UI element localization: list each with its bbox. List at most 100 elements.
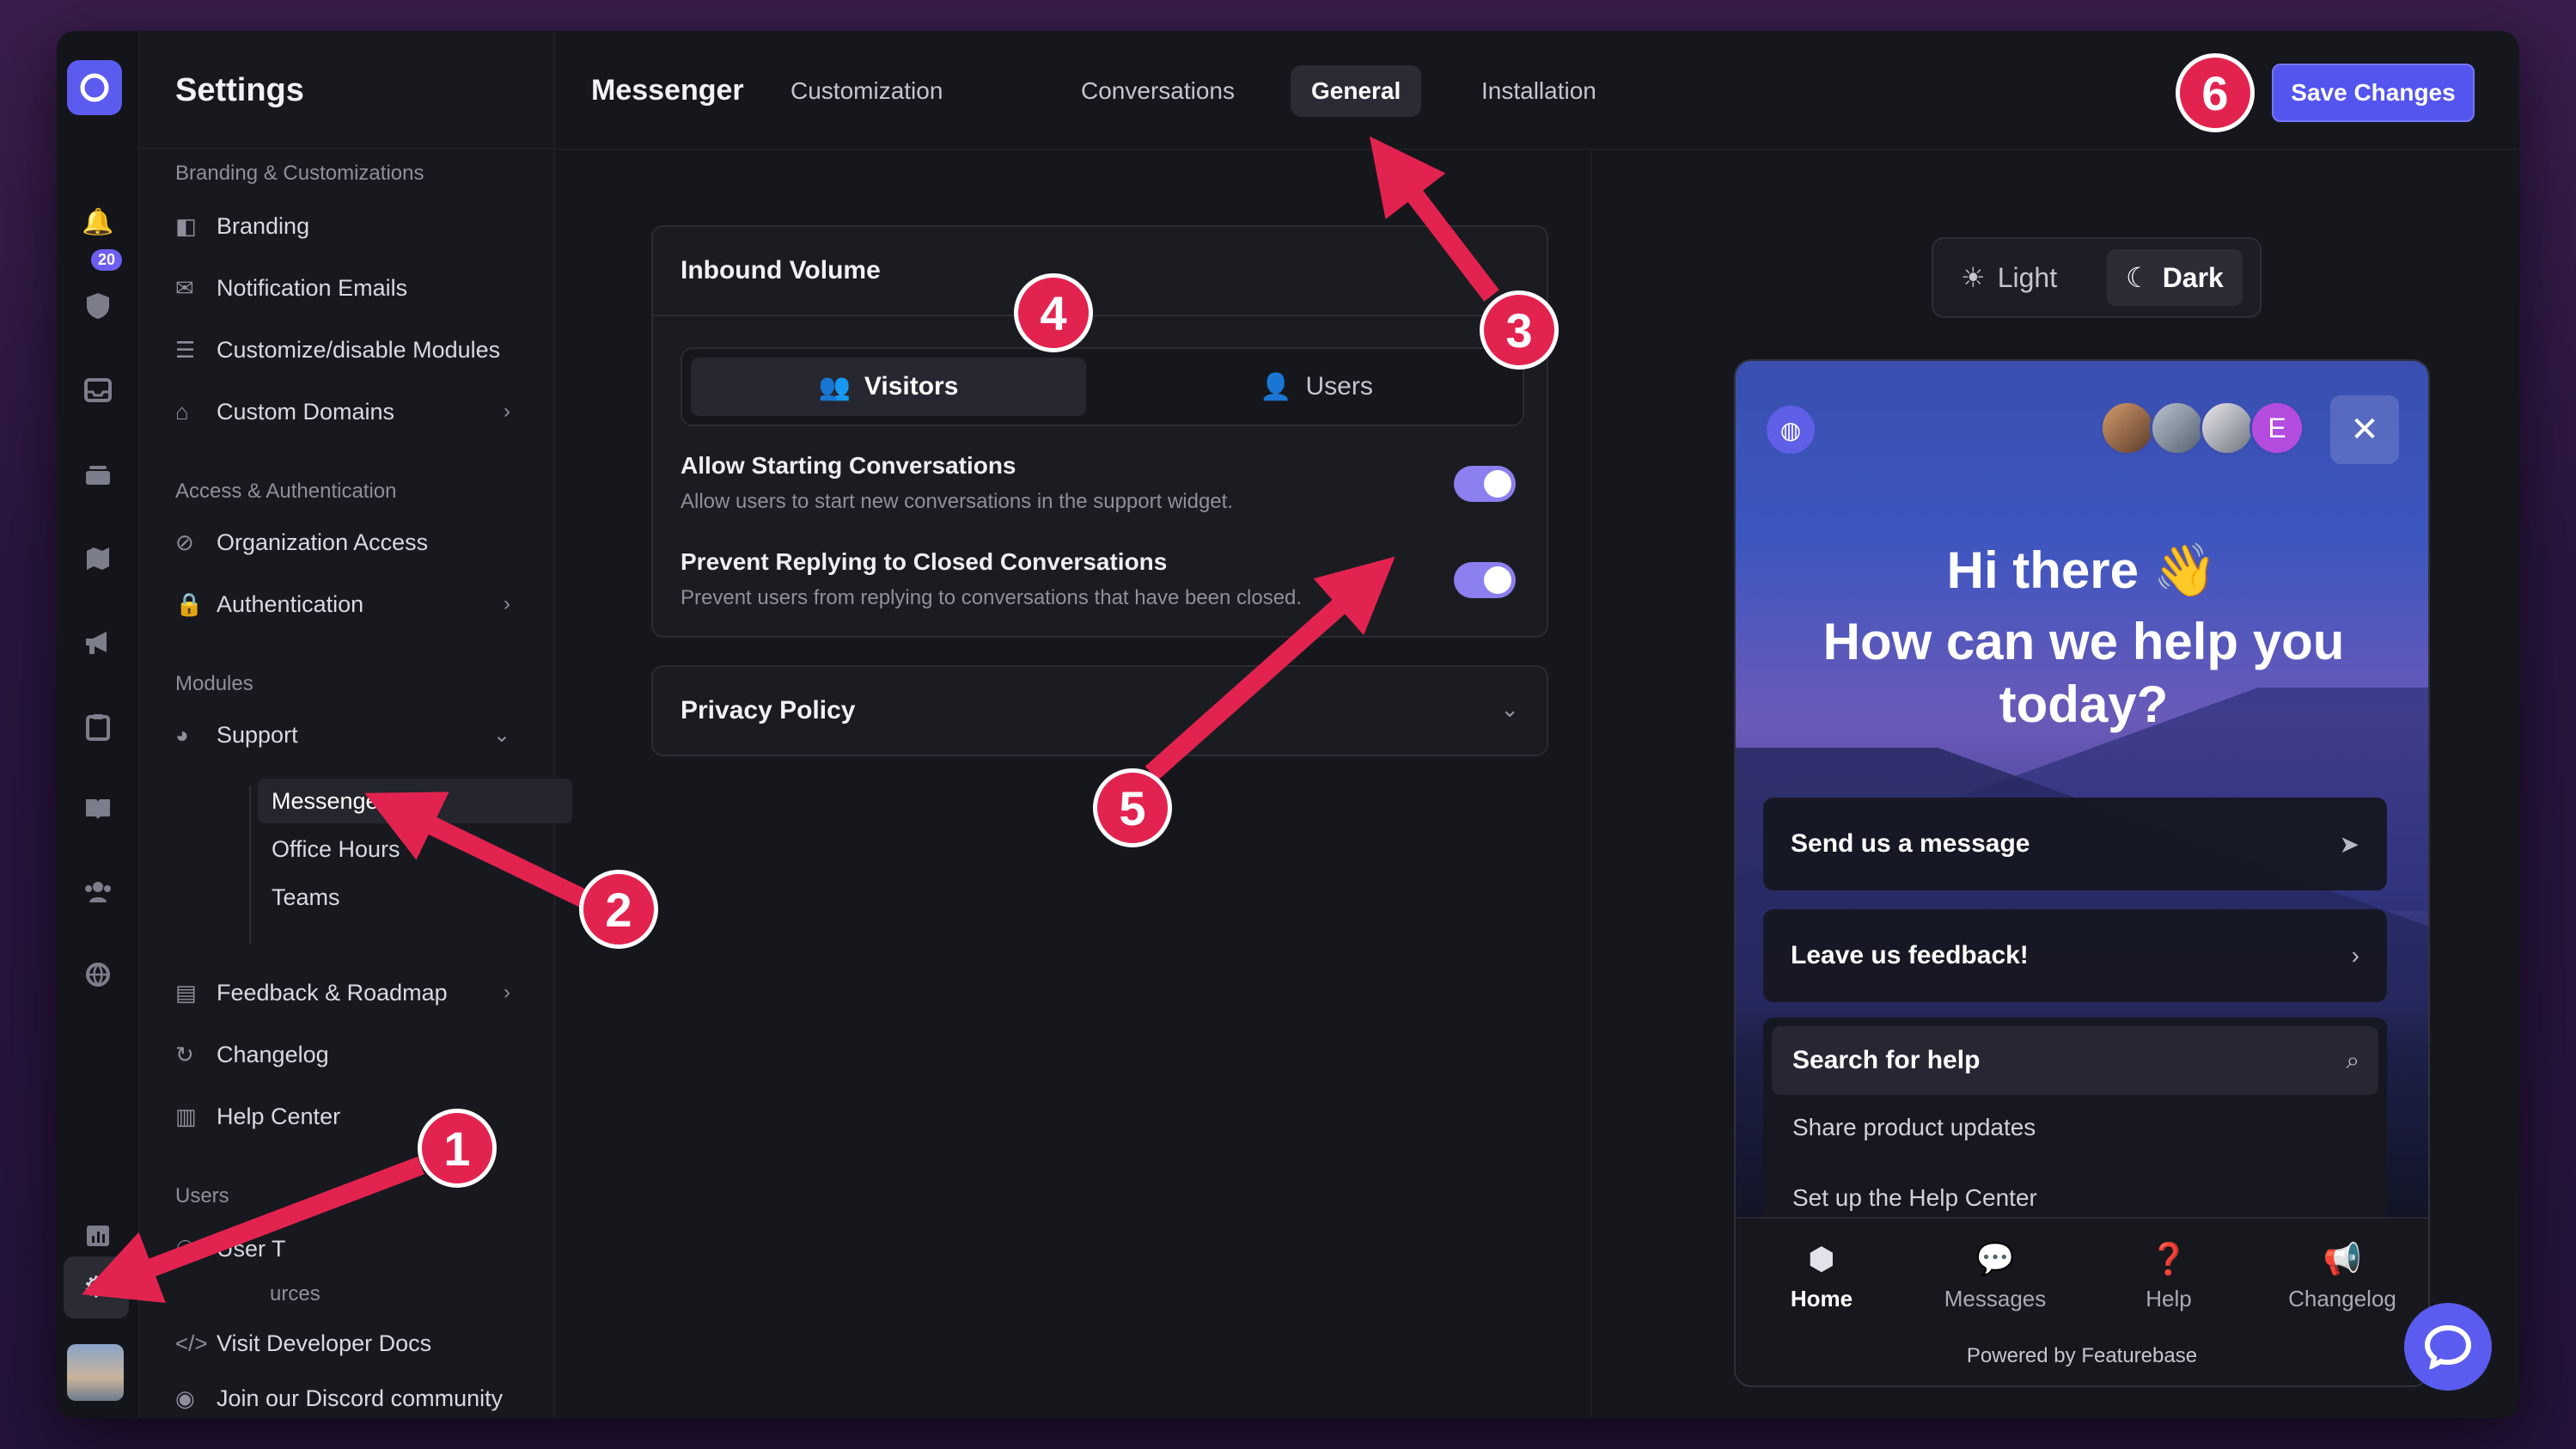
sidebar-item-notification-emails[interactable]: ✉ Notification Emails [175, 265, 536, 311]
sidebar-item-feedback-roadmap[interactable]: ▤ Feedback & Roadmap › [175, 969, 536, 1016]
sidebar-item-label: Support [217, 721, 298, 748]
stack-icon: ▤ [175, 979, 197, 1006]
sidebar-item-label: Notification Emails [217, 274, 408, 301]
sun-icon: ☀ [1961, 262, 1986, 293]
book-icon: ▥ [175, 1103, 197, 1129]
chart-icon[interactable] [77, 1215, 119, 1256]
sidebar-item-label: Help Center [217, 1103, 341, 1129]
sidebar-item-label: Branding [217, 212, 310, 239]
book-icon[interactable] [77, 789, 119, 830]
globe-icon[interactable] [77, 954, 119, 995]
sidebar-item-branding[interactable]: ◧ Branding [175, 203, 536, 249]
settings-sidebar: Settings Branding & Customizations ◧ Bran… [139, 31, 572, 1418]
refresh-icon: ↻ [175, 1041, 194, 1067]
chevron-right-icon: › [2351, 942, 2359, 969]
annotation-marker-4: 4 [1014, 273, 1093, 352]
divider [139, 148, 554, 149]
sidebar-item-organization-access[interactable]: ⊘ Organization Access [175, 519, 536, 566]
user-avatar[interactable] [67, 1344, 124, 1401]
sidebar-item-customize-modules[interactable]: ☰ Customize/disable Modules [175, 327, 536, 373]
theme-toggle: ☀ Light ☾ Dark [1932, 237, 2262, 318]
app-window: 🔔 20 ⚙ Settings Branding & Customization… [57, 31, 2519, 1418]
user-icon: 👤 [1260, 372, 1292, 401]
card-title: Inbound Volume [653, 227, 1547, 316]
code-icon: </> [175, 1330, 208, 1356]
shield-check-icon[interactable] [77, 285, 119, 327]
send-message-card[interactable]: Send us a message ➤ [1763, 798, 2387, 890]
widget-nav-help[interactable]: ❓ Help [2091, 1241, 2246, 1312]
widget-nav-changelog[interactable]: 📢 Changelog [2265, 1241, 2420, 1312]
segment-visitors[interactable]: 👥 Visitors [691, 358, 1086, 416]
tab-conversations[interactable]: Conversations [1060, 65, 1255, 117]
widget-nav-home[interactable]: ⬢ Home [1744, 1241, 1899, 1312]
help-link[interactable]: Share product updates [1792, 1114, 2036, 1141]
search-label: Search for help [1792, 1046, 1981, 1074]
help-link[interactable]: Set up the Help Center [1792, 1184, 2037, 1212]
mail-icon: ✉ [175, 274, 194, 301]
sidebar-item-office-hours[interactable]: Office Hours [258, 827, 572, 871]
sidebar-item-developer-docs[interactable]: </> Visit Developer Docs [175, 1320, 536, 1366]
sidebar-item-discord[interactable]: ◉ Join our Discord community [175, 1375, 536, 1418]
chevron-down-icon: ⌄ [1500, 696, 1519, 722]
privacy-policy-card[interactable]: Privacy Policy ⌄ [651, 665, 1548, 756]
chat-launcher-button[interactable] [2404, 1303, 2492, 1391]
tab-general[interactable]: General [1291, 65, 1422, 117]
stack-icon[interactable] [77, 454, 119, 495]
icon-rail: 🔔 20 ⚙ [57, 31, 139, 1418]
megaphone-icon[interactable] [77, 622, 119, 663]
sidebar-item-user-tags[interactable]: ⚇ User T [175, 1226, 536, 1272]
gear-icon[interactable]: ⚙ [64, 1256, 129, 1318]
send-icon: ➤ [2339, 830, 2359, 858]
sidebar-item-authentication[interactable]: 🔒 Authentication › [175, 581, 536, 627]
audience-segmented-control: 👥 Visitors 👤 Users [681, 347, 1524, 426]
submenu-line [249, 786, 251, 944]
option-prevent-replying: Prevent Replying to Closed Conversations… [681, 548, 1516, 610]
tab-customization[interactable]: Customization [770, 65, 963, 117]
moon-icon: ☾ [2126, 262, 2151, 293]
clipboard-icon[interactable] [77, 706, 119, 748]
question-text: How can we help you today? [1822, 613, 2345, 734]
preview-pane: ☀ Light ☾ Dark ◍ E ✕ Hi there 👋 How can … [1591, 150, 2519, 1418]
close-icon[interactable]: ✕ [2330, 395, 2399, 464]
search-help-button[interactable]: Search for help ⌕ [1772, 1026, 2378, 1095]
widget-nav-messages[interactable]: 💬 Messages [1918, 1241, 2072, 1312]
card-label: Send us a message [1791, 829, 2030, 858]
map-icon[interactable] [77, 538, 119, 579]
mode-label: Light [1997, 261, 2058, 293]
block-icon: ⊘ [175, 529, 194, 555]
sidebar-item-teams[interactable]: Teams [258, 875, 572, 920]
bell-icon[interactable]: 🔔 [77, 201, 119, 242]
widget-logo-icon: ◍ [1767, 406, 1815, 454]
dark-mode-button[interactable]: ☾ Dark [2107, 249, 2243, 306]
messenger-widget-preview: ◍ E ✕ Hi there 👋 How can we help you tod… [1734, 359, 2430, 1387]
sidebar-item-changelog[interactable]: ↻ Changelog [175, 1031, 536, 1078]
chevron-down-icon: ⌄ [492, 723, 510, 747]
allow-starting-toggle[interactable] [1454, 466, 1516, 502]
card-label: Leave us feedback! [1791, 941, 2029, 969]
lock-icon: 🔒 [175, 590, 204, 617]
sidebar-item-support[interactable]: ◕ Support ⌄ [175, 712, 536, 758]
sidebar-item-label: Join our Discord community [217, 1385, 504, 1411]
section-label-branding: Branding & Customizations [175, 162, 424, 185]
sidebar-item-label: Visit Developer Docs [217, 1330, 432, 1356]
inbox-icon[interactable] [77, 370, 119, 411]
app-logo-icon[interactable] [67, 60, 122, 115]
feedback-card[interactable]: Leave us feedback! › [1763, 909, 2387, 1002]
users-icon[interactable] [77, 871, 119, 913]
prevent-replying-toggle[interactable] [1454, 562, 1516, 598]
tab-installation[interactable]: Installation [1461, 65, 1617, 117]
segment-users[interactable]: 👤 Users [1119, 358, 1514, 416]
light-mode-button[interactable]: ☀ Light [1942, 249, 2076, 306]
page-title: Messenger [591, 74, 744, 107]
annotation-marker-1: 1 [418, 1109, 497, 1188]
chevron-right-icon: › [504, 981, 510, 1004]
sidebar-item-label: Changelog [217, 1041, 329, 1067]
sidebar-item-messenger[interactable]: Messenger [258, 779, 572, 823]
users-icon: 👥 [818, 372, 851, 401]
option-desc: Prevent users from replying to conversat… [681, 586, 1303, 609]
save-changes-button[interactable]: Save Changes [2272, 64, 2475, 122]
segment-label: Visitors [864, 372, 959, 400]
sidebar-item-custom-domains[interactable]: ⌂ Custom Domains › [175, 388, 536, 435]
section-label-users: Users [175, 1184, 229, 1208]
annotation-marker-2: 2 [579, 870, 658, 949]
